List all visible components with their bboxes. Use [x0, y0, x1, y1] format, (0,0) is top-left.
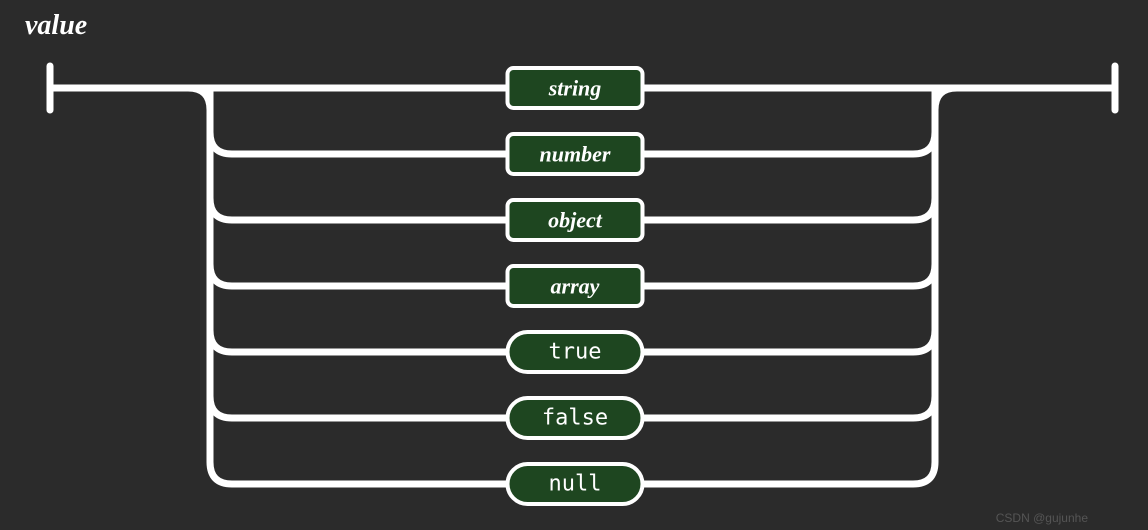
option-label: false [542, 406, 608, 431]
option-label: string [548, 76, 602, 101]
option-null: null [508, 464, 643, 504]
option-true: true [508, 332, 643, 372]
option-label: null [549, 472, 602, 497]
option-label: number [540, 142, 611, 167]
option-array: array [508, 266, 643, 306]
option-object: object [508, 200, 643, 240]
railroad-diagram: string number object array true false null [0, 0, 1148, 530]
option-label: object [548, 208, 603, 233]
option-false: false [508, 398, 643, 438]
watermark: CSDN @gujunhe [996, 511, 1088, 525]
option-string: string [508, 68, 643, 108]
option-number: number [508, 134, 643, 174]
option-label: true [549, 340, 602, 365]
option-label: array [551, 274, 600, 299]
